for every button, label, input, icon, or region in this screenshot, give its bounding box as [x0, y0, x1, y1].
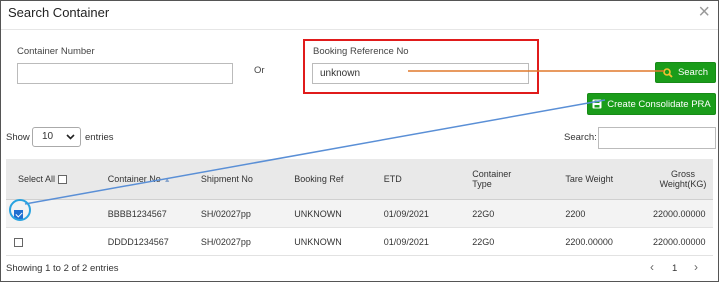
next-page-icon[interactable]: › — [694, 260, 698, 274]
search-container-dialog: Search Container × Container Number Or B… — [0, 0, 719, 282]
cell-shipment-no: SH/02027pp — [196, 199, 291, 228]
header-container-type-label: Container Type — [472, 169, 512, 189]
header-container-type[interactable]: Container Type — [467, 159, 562, 200]
page-size-value: 10 — [42, 131, 54, 142]
cell-shipment-no: SH/02027pp — [196, 227, 291, 256]
row-checkbox-checked[interactable] — [14, 209, 23, 219]
header-divider — [1, 29, 718, 30]
or-label: Or — [254, 65, 265, 76]
row-checkbox[interactable] — [14, 237, 23, 247]
row-select-cell — [6, 199, 93, 228]
chevron-down-icon — [66, 134, 75, 140]
header-container-no[interactable]: Container No ▲ — [92, 159, 197, 200]
create-button-label: Create Consolidate PRA — [607, 98, 711, 110]
header-booking-ref[interactable]: Booking Ref — [290, 159, 380, 200]
cell-booking-ref: UNKNOWN — [290, 227, 380, 256]
table-row[interactable]: BBBB1234567 SH/02027pp UNKNOWN 01/09/202… — [6, 199, 713, 228]
close-icon[interactable]: × — [698, 2, 710, 22]
container-number-input[interactable] — [17, 63, 233, 84]
save-icon — [592, 99, 602, 109]
cell-tare-weight: 2200 — [561, 199, 649, 228]
table-search-input[interactable] — [598, 127, 716, 149]
cell-container-no: BBBB1234567 — [92, 199, 197, 228]
page-size-select[interactable]: 10 — [32, 127, 81, 147]
sort-asc-icon: ▲ — [163, 177, 171, 184]
page-number[interactable]: 1 — [672, 263, 677, 274]
select-all-header[interactable]: Select All — [6, 159, 93, 200]
cell-gross-weight: 22000.00000 — [649, 199, 713, 228]
header-gross-weight-label: Gross Weight(KG) — [659, 169, 707, 189]
cell-etd: 01/09/2021 — [379, 199, 468, 228]
header-gross-weight[interactable]: Gross Weight(KG) — [649, 159, 713, 200]
prev-page-icon[interactable]: ‹ — [650, 260, 654, 274]
cell-gross-weight: 22000.00000 — [649, 227, 713, 256]
containers-table: Select All Container No ▲ Shipment No Boo… — [6, 159, 713, 256]
table-info: Showing 1 to 2 of 2 entries — [6, 263, 119, 274]
table-header-row: Select All Container No ▲ Shipment No Boo… — [6, 159, 713, 200]
cell-container-type: 22G0 — [467, 199, 562, 228]
cell-etd: 01/09/2021 — [379, 227, 468, 256]
cell-container-no: DDDD1234567 — [92, 227, 197, 256]
container-number-label: Container Number — [17, 46, 95, 57]
create-consolidate-pra-button[interactable]: Create Consolidate PRA — [587, 93, 716, 115]
booking-ref-highlight-box — [303, 39, 539, 94]
search-icon — [663, 67, 673, 78]
select-all-checkbox[interactable] — [57, 175, 67, 185]
cell-tare-weight: 2200.00000 — [561, 227, 649, 256]
show-label: Show — [6, 132, 30, 143]
row-select-cell — [6, 227, 93, 256]
header-container-no-label: Container No — [107, 174, 161, 184]
table-row[interactable]: DDDD1234567 SH/02027pp UNKNOWN 01/09/202… — [6, 227, 713, 256]
search-button-label: Search — [677, 67, 709, 78]
header-etd[interactable]: ETD — [379, 159, 468, 200]
entries-label: entries — [85, 132, 114, 143]
cell-container-type: 22G0 — [467, 227, 562, 256]
table-search-label: Search: — [564, 132, 597, 143]
dialog-title: Search Container — [8, 5, 110, 20]
cell-booking-ref: UNKNOWN — [290, 199, 380, 228]
header-tare-weight[interactable]: Tare Weight — [561, 159, 649, 200]
header-shipment-no[interactable]: Shipment No — [196, 159, 291, 200]
select-all-label: Select All — [18, 173, 56, 184]
search-button[interactable]: Search — [655, 62, 716, 83]
